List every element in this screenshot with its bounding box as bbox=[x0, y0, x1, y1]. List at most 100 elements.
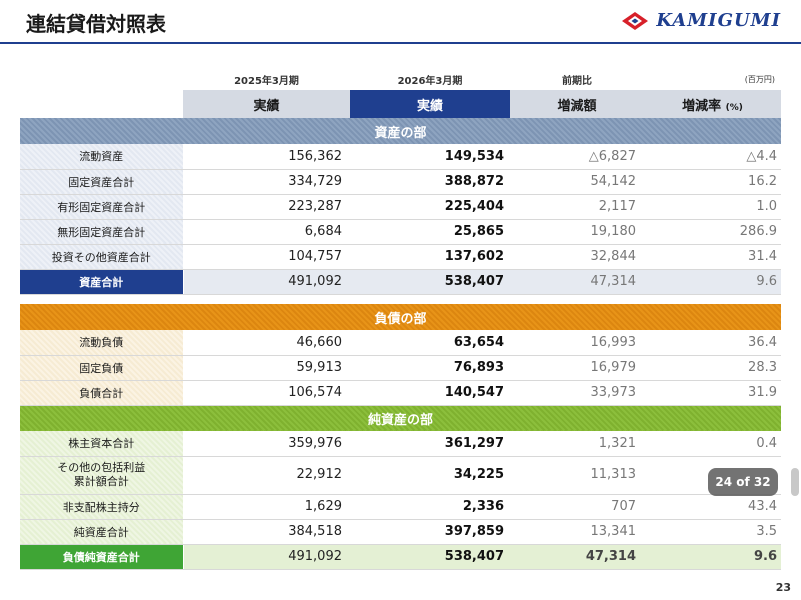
table-row: 負債合計 106,574 140,547 33,973 31.9 bbox=[20, 380, 781, 406]
row-label: 純資産合計 bbox=[20, 519, 184, 545]
value-diff: 13,341 bbox=[510, 519, 644, 545]
row-label: 負債合計 bbox=[20, 380, 184, 406]
total-assets-row: 資産合計 491,092 538,407 47,314 9.6 bbox=[20, 269, 781, 295]
header-year-prev: 2025年3月期 bbox=[234, 75, 299, 87]
value-prev: 106,574 bbox=[183, 380, 350, 406]
value-curr: 538,407 bbox=[350, 544, 510, 570]
value-diff: 54,142 bbox=[510, 169, 644, 195]
row-label: その他の包括利益 累計額合計 bbox=[20, 456, 184, 495]
value-diff: 16,979 bbox=[510, 355, 644, 381]
table-row: 非支配株主持分 1,629 2,336 707 43.4 bbox=[20, 494, 781, 520]
balance-sheet-table: 2025年3月期 2026年3月期 前期比 (百万円) 実績 実績 増減額 増減… bbox=[20, 68, 781, 570]
header-col-diff: 増減額 bbox=[510, 90, 644, 118]
row-label: 無形固定資産合計 bbox=[20, 219, 184, 245]
value-curr: 149,534 bbox=[350, 144, 510, 170]
value-diff: △6,827 bbox=[510, 144, 644, 170]
value-curr: 76,893 bbox=[350, 355, 510, 381]
header-compare: 前期比 bbox=[562, 75, 592, 87]
value-prev: 334,729 bbox=[183, 169, 350, 195]
value-prev: 46,660 bbox=[183, 330, 350, 356]
table-row: 流動資産 156,362 149,534 △6,827 △4.4 bbox=[20, 144, 781, 170]
value-prev: 384,518 bbox=[183, 519, 350, 545]
row-label: 資産合計 bbox=[20, 269, 184, 295]
value-diff: 1,321 bbox=[510, 431, 644, 457]
value-prev: 359,976 bbox=[183, 431, 350, 457]
value-rate: 9.6 bbox=[644, 544, 781, 570]
row-label: 株主資本合計 bbox=[20, 431, 184, 457]
header-year-row: 2025年3月期 2026年3月期 前期比 (百万円) bbox=[20, 68, 781, 90]
row-label-line1: その他の包括利益 bbox=[57, 461, 146, 475]
table-row: 投資その他資産合計 104,757 137,602 32,844 31.4 bbox=[20, 244, 781, 270]
section-liabilities: 負債の部 bbox=[20, 304, 781, 330]
scrollbar-thumb[interactable] bbox=[791, 468, 799, 496]
diamond-k-logo-icon bbox=[622, 11, 649, 30]
table-row: 固定負債 59,913 76,893 16,979 28.3 bbox=[20, 355, 781, 381]
value-curr: 361,297 bbox=[350, 431, 510, 457]
value-prev: 156,362 bbox=[183, 144, 350, 170]
value-curr: 25,865 bbox=[350, 219, 510, 245]
value-curr: 397,859 bbox=[350, 519, 510, 545]
value-rate: 28.3 bbox=[644, 355, 781, 381]
row-label: 非支配株主持分 bbox=[20, 494, 184, 520]
row-label: 負債純資産合計 bbox=[20, 544, 184, 570]
total-liabilities-equity-row: 負債純資産合計 491,092 538,407 47,314 9.6 bbox=[20, 544, 781, 570]
value-rate: 16.2 bbox=[644, 169, 781, 195]
value-prev: 59,913 bbox=[183, 355, 350, 381]
value-prev: 491,092 bbox=[183, 544, 350, 570]
table-row: 株主資本合計 359,976 361,297 1,321 0.4 bbox=[20, 431, 781, 457]
value-curr: 63,654 bbox=[350, 330, 510, 356]
table-row: 純資産合計 384,518 397,859 13,341 3.5 bbox=[20, 519, 781, 545]
row-label: 投資その他資産合計 bbox=[20, 244, 184, 270]
value-rate: 0.4 bbox=[644, 431, 781, 457]
value-diff: 11,313 bbox=[510, 456, 644, 495]
table-row: その他の包括利益 累計額合計 22,912 34,225 11,313 bbox=[20, 456, 781, 495]
value-diff: 19,180 bbox=[510, 219, 644, 245]
section-liabilities-title: 負債の部 bbox=[20, 304, 781, 330]
value-rate: 43.4 bbox=[644, 494, 781, 520]
value-prev: 223,287 bbox=[183, 194, 350, 220]
page-number: 23 bbox=[775, 581, 791, 594]
value-rate: △4.4 bbox=[644, 144, 781, 170]
value-diff: 707 bbox=[510, 494, 644, 520]
value-curr: 388,872 bbox=[350, 169, 510, 195]
value-diff: 32,844 bbox=[510, 244, 644, 270]
value-curr: 225,404 bbox=[350, 194, 510, 220]
table-row: 無形固定資産合計 6,684 25,865 19,180 286.9 bbox=[20, 219, 781, 245]
value-curr: 2,336 bbox=[350, 494, 510, 520]
value-curr: 137,602 bbox=[350, 244, 510, 270]
row-label-line2: 累計額合計 bbox=[73, 475, 129, 488]
value-prev: 1,629 bbox=[183, 494, 350, 520]
row-label: 流動負債 bbox=[20, 330, 184, 356]
table-row: 固定資産合計 334,729 388,872 54,142 16.2 bbox=[20, 169, 781, 195]
section-assets-title: 資産の部 bbox=[20, 118, 781, 144]
header-col-prev: 実績 bbox=[183, 90, 350, 118]
header-unit: (百万円) bbox=[744, 74, 775, 84]
section-equity: 純資産の部 bbox=[20, 405, 781, 431]
value-prev: 104,757 bbox=[183, 244, 350, 270]
title-divider bbox=[0, 42, 801, 44]
value-rate: 3.5 bbox=[644, 519, 781, 545]
value-diff: 2,117 bbox=[510, 194, 644, 220]
value-diff: 47,314 bbox=[510, 544, 644, 570]
value-prev: 6,684 bbox=[183, 219, 350, 245]
section-assets: 資産の部 bbox=[20, 118, 781, 144]
value-rate: 31.9 bbox=[644, 380, 781, 406]
row-label: 流動資産 bbox=[20, 144, 184, 170]
table-row: 流動負債 46,660 63,654 16,993 36.4 bbox=[20, 330, 781, 356]
row-label: 固定負債 bbox=[20, 355, 184, 381]
header-column-row: 実績 実績 増減額 増減率 (%) bbox=[20, 90, 781, 118]
value-curr: 34,225 bbox=[350, 456, 510, 495]
header-col-curr: 実績 bbox=[350, 90, 510, 118]
header-col-rate-label: 増減率 bbox=[682, 98, 722, 114]
value-prev: 491,092 bbox=[183, 269, 350, 295]
value-rate: 1.0 bbox=[644, 194, 781, 220]
value-curr: 140,547 bbox=[350, 380, 510, 406]
table-row: 有形固定資産合計 223,287 225,404 2,117 1.0 bbox=[20, 194, 781, 220]
company-logo: KAMIGUMI bbox=[622, 10, 781, 31]
value-diff: 47,314 bbox=[510, 269, 644, 295]
value-diff: 33,973 bbox=[510, 380, 644, 406]
header-col-rate: 増減率 (%) bbox=[644, 90, 781, 118]
page-title: 連結貸借対照表 bbox=[26, 12, 166, 36]
header-year-curr: 2026年3月期 bbox=[397, 75, 463, 87]
row-label: 固定資産合計 bbox=[20, 169, 184, 195]
